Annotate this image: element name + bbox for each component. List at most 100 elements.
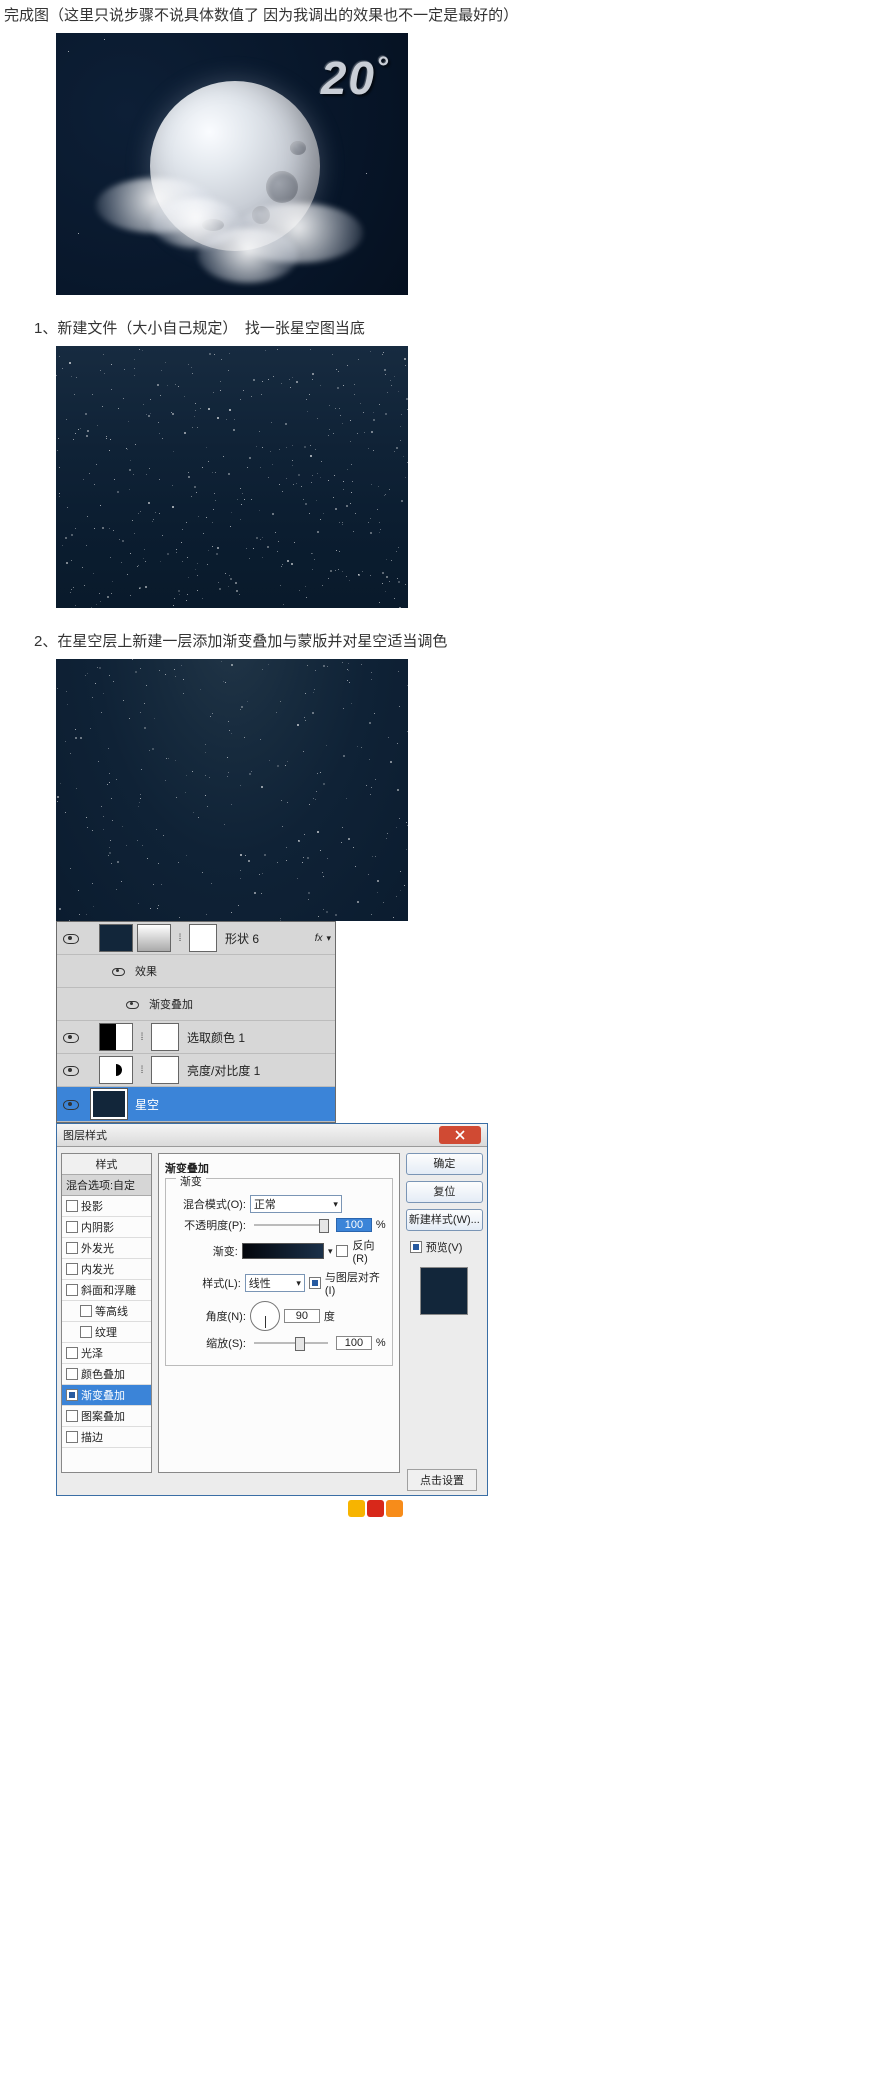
layer-effect-gradient-overlay[interactable]: 渐变叠加 [57,988,335,1021]
click-set-button[interactable]: 点击设置 [407,1469,477,1491]
star-dot [167,385,168,386]
layer-mask-thumbnail[interactable] [151,1056,179,1084]
layer-row-shape[interactable]: ⁞ 形状 6 fx ▾ [57,922,335,955]
star-dot [248,860,250,862]
star-dot [311,482,312,483]
star-dot [313,692,314,693]
ok-button[interactable]: 确定 [406,1153,483,1175]
opacity-label: 不透明度(P): [172,1217,246,1233]
layer-row-select-color[interactable]: ⁞ 选取颜色 1 [57,1021,335,1054]
star-dot [134,359,135,360]
visibility-eye-icon[interactable] [111,966,125,976]
visibility-eye-icon[interactable] [61,1030,79,1044]
layer-thumbnail[interactable] [99,924,133,952]
checkbox[interactable] [66,1284,78,1296]
layer-mask-thumbnail[interactable] [189,924,217,952]
opacity-slider[interactable] [254,1224,328,1226]
star-dot [106,436,107,437]
star-dot [310,349,311,350]
style-item-drop-shadow[interactable]: 投影 [62,1196,151,1217]
style-item-pattern-overlay[interactable]: 图案叠加 [62,1406,151,1427]
star-dot [401,500,403,502]
checkbox[interactable] [66,1368,78,1380]
style-item-satin[interactable]: 光泽 [62,1343,151,1364]
opacity-value[interactable]: 100 [336,1218,372,1232]
style-item-label: 渐变叠加 [81,1387,125,1403]
style-item-inner-glow[interactable]: 内发光 [62,1259,151,1280]
style-item-bevel[interactable]: 斜面和浮雕 [62,1280,151,1301]
visibility-eye-icon[interactable] [61,1097,79,1111]
checkbox[interactable] [66,1431,78,1443]
layer-thumbnail-grad[interactable] [137,924,171,952]
style-item-color-overlay[interactable]: 颜色叠加 [62,1364,151,1385]
style-list-header[interactable]: 样式 [62,1154,151,1175]
reset-button[interactable]: 复位 [406,1181,483,1203]
checkbox[interactable] [66,1347,78,1359]
layer-row-bright-contrast[interactable]: ⁞ 亮度/对比度 1 [57,1054,335,1087]
new-style-button[interactable]: 新建样式(W)... [406,1209,483,1231]
star-dot [371,679,372,680]
layer-row-starry-sky[interactable]: 星空 [57,1087,335,1122]
checkbox[interactable] [66,1242,78,1254]
angle-dial[interactable] [250,1301,280,1331]
share-icon[interactable] [367,1500,384,1517]
scale-value[interactable]: 100 [336,1336,372,1350]
star-dot [254,892,256,894]
chevron-down-icon[interactable]: ▾ [328,1246,333,1257]
star-dot [78,429,79,430]
visibility-eye-icon[interactable] [125,999,139,1009]
star-dot [346,576,347,577]
star-dot [350,441,351,442]
style-item-texture[interactable]: 纹理 [62,1322,151,1343]
star-dot [175,676,176,677]
scale-slider[interactable] [254,1342,328,1344]
close-button[interactable] [439,1126,481,1144]
adjustment-thumbnail[interactable] [99,1023,133,1051]
checkbox[interactable] [66,1200,78,1212]
style-item-contour[interactable]: 等高线 [62,1301,151,1322]
dialog-titlebar[interactable]: 图层样式 [57,1124,487,1147]
layer-thumbnail[interactable] [91,1089,127,1119]
align-checkbox[interactable] [309,1277,321,1289]
star-dot [362,571,363,572]
star-dot [175,760,176,761]
style-settings-panel: 渐变叠加 渐变 混合模式(O): 正常 不透明度(P): 100 % [158,1153,400,1473]
star-dot [57,801,58,802]
checkbox[interactable] [66,1389,78,1401]
rss-icon[interactable] [386,1500,403,1517]
star-dot [343,708,344,709]
slider-knob[interactable] [319,1219,329,1233]
style-dropdown[interactable]: 线性 [245,1274,305,1292]
angle-value[interactable]: 90 [284,1309,320,1323]
star-dot [262,873,263,874]
blend-mode-dropdown[interactable]: 正常 [250,1195,342,1213]
checkbox[interactable] [66,1263,78,1275]
star-dot [78,233,79,234]
style-item-gradient-overlay[interactable]: 渐变叠加 [62,1385,151,1406]
layer-effects-row[interactable]: 效果 [57,955,335,988]
layer-mask-thumbnail[interactable] [151,1023,179,1051]
visibility-eye-icon[interactable] [61,1063,79,1077]
adjustment-thumbnail[interactable] [99,1056,133,1084]
checkbox[interactable] [80,1326,92,1338]
star-dot [174,669,175,670]
checkbox[interactable] [80,1305,92,1317]
preview-checkbox[interactable] [410,1241,422,1253]
reverse-checkbox[interactable] [336,1245,348,1257]
star-dot [172,506,174,508]
star-dot [57,688,58,689]
share-icon[interactable] [348,1500,365,1517]
checkbox[interactable] [66,1410,78,1422]
style-item-label: 内阴影 [81,1219,114,1235]
star-dot [153,519,154,520]
checkbox[interactable] [66,1221,78,1233]
fx-badge[interactable]: fx [315,933,323,944]
style-item-inner-shadow[interactable]: 内阴影 [62,1217,151,1238]
style-item-stroke[interactable]: 描边 [62,1427,151,1448]
style-item-outer-glow[interactable]: 外发光 [62,1238,151,1259]
visibility-eye-icon[interactable] [61,931,79,945]
gradient-swatch[interactable] [242,1243,324,1259]
style-blend-options[interactable]: 混合选项:自定 [62,1175,151,1196]
slider-knob[interactable] [295,1337,305,1351]
chevron-down-icon[interactable]: ▾ [326,933,331,944]
